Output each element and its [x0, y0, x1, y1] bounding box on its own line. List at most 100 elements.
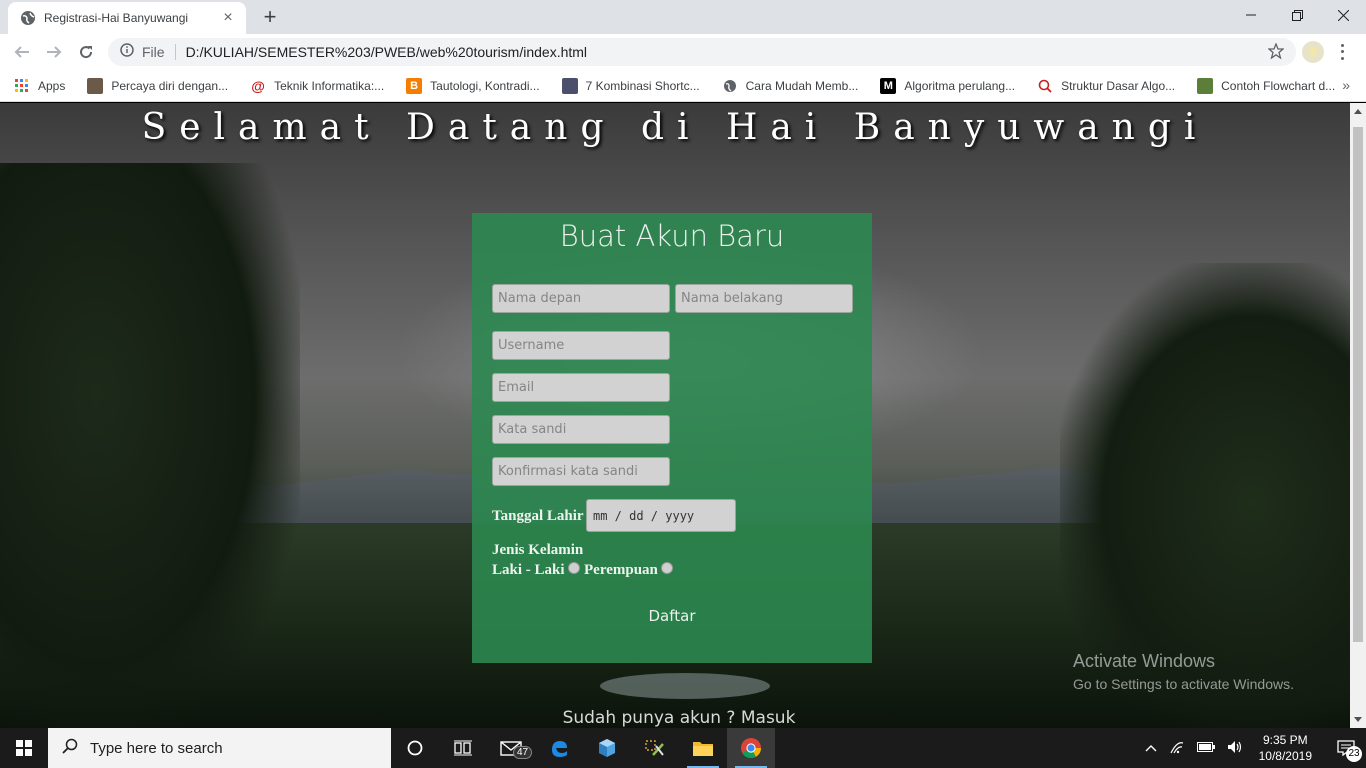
mail-icon[interactable]: 47: [487, 728, 535, 768]
search-icon: [1037, 78, 1053, 94]
battery-icon[interactable]: [1196, 741, 1215, 755]
file-scheme-label: File: [142, 44, 165, 60]
tab-close-icon[interactable]: ×: [220, 10, 236, 26]
address-bar[interactable]: File D:/KULIAH/SEMESTER%203/PWEB/web%20t…: [108, 38, 1296, 66]
register-button[interactable]: Daftar: [622, 601, 722, 631]
windows-taskbar: Type here to search 47 9:35 PM 10/8/2019…: [0, 728, 1366, 768]
gender-female-radio[interactable]: [661, 562, 673, 574]
file-explorer-icon[interactable]: [679, 728, 727, 768]
watermark-subtitle: Go to Settings to activate Windows.: [1073, 676, 1294, 692]
volume-icon[interactable]: [1227, 740, 1243, 757]
bookmark-teknik-informatika[interactable]: @ Teknik Informatika:...: [250, 78, 384, 94]
bookmark-label: Teknik Informatika:...: [274, 78, 385, 93]
bookmarks-more-icon[interactable]: »: [1342, 77, 1350, 93]
wifi-icon[interactable]: [1169, 740, 1185, 757]
login-link[interactable]: Sudah punya akun ? Masuk: [0, 708, 1350, 728]
bookmark-percaya-diri[interactable]: Percaya diri dengan...: [87, 77, 229, 94]
page-viewport: Selamat Datang di Hai Banyuwangi Buat Ak…: [0, 103, 1350, 728]
reload-icon[interactable]: [74, 40, 98, 64]
tab-strip: Registrasi-Hai Banyuwangi × +: [0, 0, 1366, 34]
confirm-password-input[interactable]: [492, 457, 670, 486]
restore-icon[interactable]: [1274, 0, 1320, 30]
bookmark-label: Tautologi, Kontradi...: [430, 78, 540, 93]
page-scrollbar[interactable]: [1350, 103, 1366, 728]
thumbnail-icon: [87, 77, 104, 94]
medium-icon: M: [880, 77, 897, 94]
search-icon: [62, 738, 78, 759]
clock-time: 9:35 PM: [1262, 733, 1308, 747]
cortana-icon[interactable]: [391, 728, 439, 768]
info-icon[interactable]: [120, 42, 134, 62]
password-input[interactable]: [492, 415, 670, 444]
last-name-input[interactable]: [675, 284, 853, 313]
bookmark-label: Percaya diri dengan...: [111, 78, 229, 93]
bookmark-cara-mudah[interactable]: Cara Mudah Memb...: [722, 78, 859, 94]
bookmark-label: Cara Mudah Memb...: [745, 78, 859, 93]
globe-icon: [722, 78, 738, 94]
bookmark-label: Contoh Flowchart d...: [1221, 78, 1336, 93]
3d-box-app-icon[interactable]: [583, 728, 631, 768]
taskbar-clock[interactable]: 9:35 PM 10/8/2019: [1259, 732, 1312, 764]
globe-icon: [20, 10, 36, 26]
bookmark-kombinasi-shortcut[interactable]: 7 Kombinasi Shortc...: [561, 77, 700, 94]
bookmark-star-icon[interactable]: [1267, 42, 1285, 64]
chevron-up-icon[interactable]: [1145, 741, 1157, 755]
bookmark-tautologi[interactable]: B Tautologi, Kontradi...: [406, 77, 540, 94]
system-tray: 9:35 PM 10/8/2019 23: [1139, 728, 1366, 768]
task-view-icon[interactable]: [439, 728, 487, 768]
browser-toolbar: File D:/KULIAH/SEMESTER%203/PWEB/web%20t…: [0, 34, 1366, 70]
profile-avatar-icon[interactable]: [1302, 41, 1324, 63]
notification-center-icon[interactable]: 23: [1326, 728, 1366, 768]
gender-label: Jenis Kelamin: [492, 542, 584, 558]
username-input[interactable]: [492, 331, 670, 360]
browser-menu-icon[interactable]: [1336, 42, 1348, 62]
first-name-input[interactable]: [492, 284, 670, 313]
background-tree-left: [0, 163, 300, 728]
edge-browser-icon[interactable]: [535, 728, 583, 768]
url-text[interactable]: D:/KULIAH/SEMESTER%203/PWEB/web%20touris…: [186, 44, 587, 60]
back-arrow-icon[interactable]: [10, 40, 34, 64]
scroll-up-icon[interactable]: [1354, 109, 1362, 114]
chrome-icon[interactable]: [727, 728, 775, 768]
tools-app-icon[interactable]: [631, 728, 679, 768]
minimize-icon[interactable]: [1228, 0, 1274, 30]
bookmark-label: Struktur Dasar Algo...: [1061, 78, 1176, 93]
apps-grid-icon: [14, 78, 30, 94]
registration-form: Buat Akun Baru Tanggal Lahir mm / dd / y…: [472, 213, 872, 663]
activate-windows-watermark: Activate Windows Go to Settings to activ…: [1073, 651, 1294, 692]
mail-badge: 47: [513, 746, 533, 759]
bookmark-algoritma-perulangan[interactable]: M Algoritma perulang...: [880, 77, 1016, 94]
gender-male-label: Laki - Laki: [492, 562, 565, 578]
watermark-title: Activate Windows: [1073, 651, 1216, 671]
gender-male-radio[interactable]: [568, 562, 580, 574]
bookmark-apps[interactable]: Apps: [14, 78, 65, 94]
birthdate-label: Tanggal Lahir: [492, 508, 584, 524]
taskbar-search-box[interactable]: Type here to search: [48, 728, 391, 768]
bookmark-label: 7 Kombinasi Shortc...: [585, 78, 700, 93]
form-heading: Buat Akun Baru: [559, 219, 785, 253]
background-lake: [600, 673, 770, 699]
bookmark-label: Algoritma perulang...: [904, 78, 1016, 93]
browser-tab[interactable]: Registrasi-Hai Banyuwangi ×: [8, 2, 246, 34]
windows-start-icon[interactable]: [0, 728, 48, 768]
email-input[interactable]: [492, 373, 670, 402]
blogger-icon: B: [406, 77, 423, 94]
tab-title: Registrasi-Hai Banyuwangi: [44, 11, 189, 25]
bookmark-struktur-dasar[interactable]: Struktur Dasar Algo...: [1037, 78, 1175, 94]
new-tab-button[interactable]: +: [258, 6, 282, 30]
search-placeholder: Type here to search: [90, 739, 223, 757]
scroll-down-icon[interactable]: [1354, 717, 1362, 722]
close-window-icon[interactable]: [1320, 0, 1366, 30]
birthdate-input[interactable]: mm / dd / yyyy: [586, 499, 736, 532]
page-title: Selamat Datang di Hai Banyuwangi: [141, 107, 1209, 148]
notification-count: 23: [1346, 746, 1362, 762]
at-sign-icon: @: [251, 77, 265, 94]
bookmark-label: Apps: [38, 78, 66, 93]
forward-arrow-icon[interactable]: [42, 40, 66, 64]
scroll-thumb[interactable]: [1353, 127, 1363, 642]
bookmark-contoh-flowchart[interactable]: Contoh Flowchart d...: [1197, 77, 1336, 94]
gender-female-label: Perempuan: [584, 562, 658, 578]
thumbnail-icon: [561, 77, 578, 94]
sheet-icon: [1197, 77, 1214, 94]
bookmarks-bar: Apps Percaya diri dengan... @ Teknik Inf…: [0, 70, 1366, 102]
